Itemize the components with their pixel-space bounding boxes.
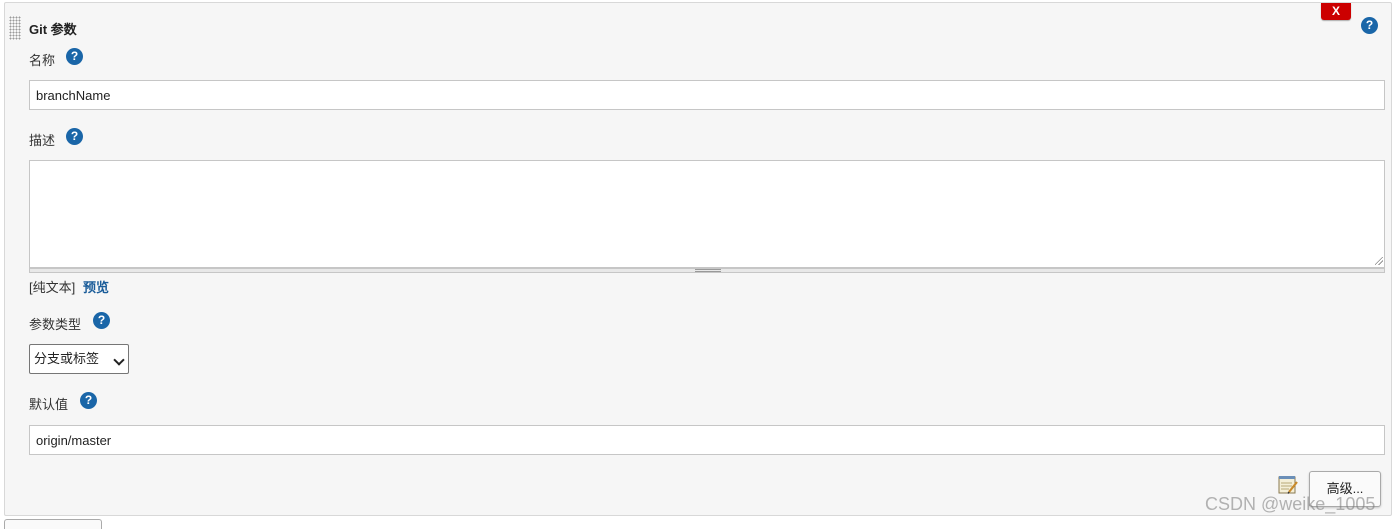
panel-title: Git 参数 [29,22,77,37]
plain-text-label: [纯文本] [29,280,76,295]
name-help-icon[interactable]: ? [66,48,83,65]
resize-corner-icon[interactable] [1375,257,1383,265]
description-label: 描述 [29,133,56,148]
delete-button[interactable]: X [1321,3,1351,20]
git-parameter-panel: Git 参数 X ? 名称 ? 描述 ? [纯文本] 预览 参数类型 ? 分支或… [4,2,1392,516]
watermark: CSDN @weike_1005 [1205,494,1376,514]
description-textarea[interactable] [29,160,1385,268]
panel-help-icon[interactable]: ? [1361,17,1378,34]
param-type-help-icon[interactable]: ? [93,312,110,329]
textarea-resize-grip[interactable] [29,268,1385,273]
grip-lines-icon [695,269,721,272]
default-value-help-icon[interactable]: ? [80,392,97,409]
name-label: 名称 [29,53,56,68]
description-help-icon[interactable]: ? [66,128,83,145]
default-value-label: 默认值 [29,397,69,412]
param-type-label: 参数类型 [29,317,82,332]
param-type-selected-value: 分支或标签 [34,351,100,366]
preview-link[interactable]: 预览 [83,277,109,296]
drag-handle-icon[interactable] [9,16,21,40]
chevron-down-icon [113,354,125,366]
notepad-icon[interactable] [1278,475,1299,494]
name-input[interactable] [29,80,1385,110]
next-control-stub[interactable] [4,519,102,529]
param-type-select[interactable]: 分支或标签 [29,344,129,374]
default-value-input[interactable] [29,425,1385,455]
